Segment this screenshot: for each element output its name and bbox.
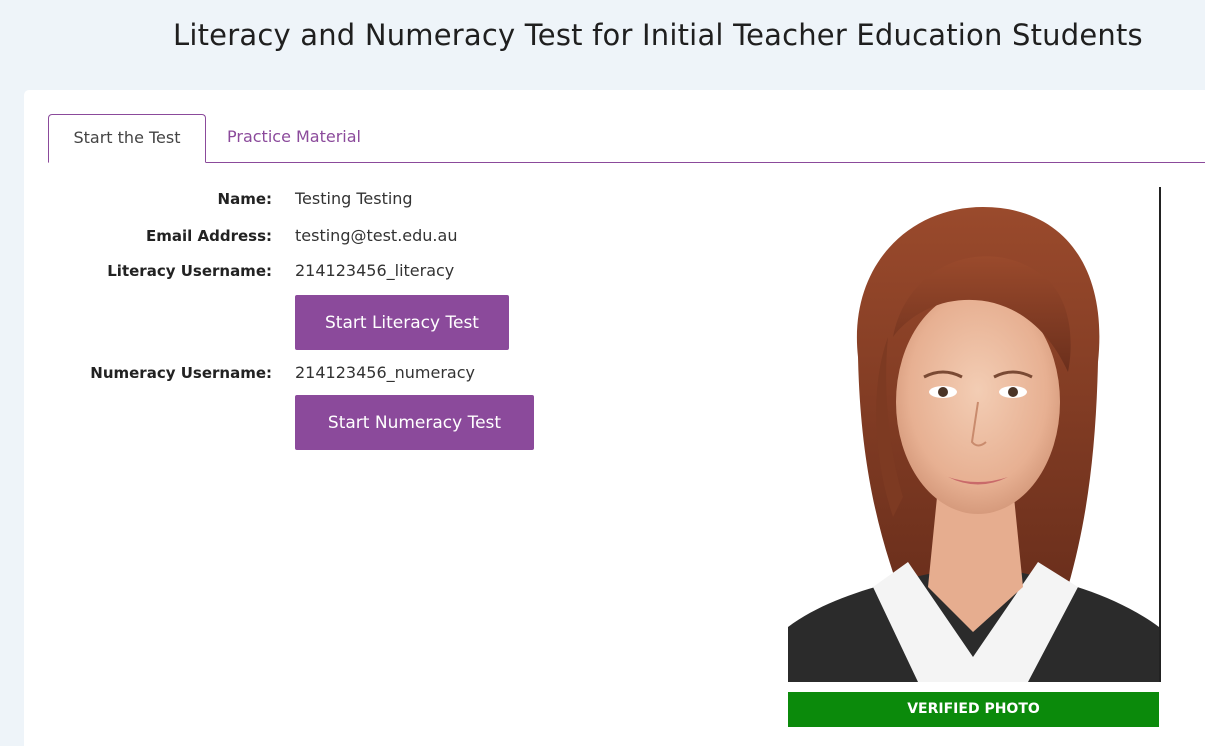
name-value: Testing Testing xyxy=(295,189,413,208)
verified-photo-badge: VERIFIED PHOTO xyxy=(788,692,1159,727)
numeracy-username-label: Numeracy Username: xyxy=(90,364,272,382)
literacy-username-label: Literacy Username: xyxy=(107,262,272,280)
tab-bar: Start the Test Practice Material xyxy=(48,114,1205,163)
email-label: Email Address: xyxy=(145,227,272,245)
page-title: Literacy and Numeracy Test for Initial T… xyxy=(173,18,1143,52)
page-header: Literacy and Numeracy Test for Initial T… xyxy=(0,0,1205,90)
literacy-username-value: 214123456_literacy xyxy=(295,261,455,280)
tab-practice-material[interactable]: Practice Material xyxy=(227,114,361,162)
numeracy-username-value: 214123456_numeracy xyxy=(295,363,475,382)
email-value: testing@test.edu.au xyxy=(295,226,458,245)
main-card: Start the Test Practice Material Name: T… xyxy=(24,90,1205,746)
student-portrait-image xyxy=(788,187,1159,682)
start-literacy-test-button[interactable]: Start Literacy Test xyxy=(295,295,509,350)
start-numeracy-test-button[interactable]: Start Numeracy Test xyxy=(295,395,534,450)
name-label: Name: xyxy=(217,190,272,208)
tab-start-the-test[interactable]: Start the Test xyxy=(48,114,206,163)
student-photo xyxy=(788,187,1161,682)
